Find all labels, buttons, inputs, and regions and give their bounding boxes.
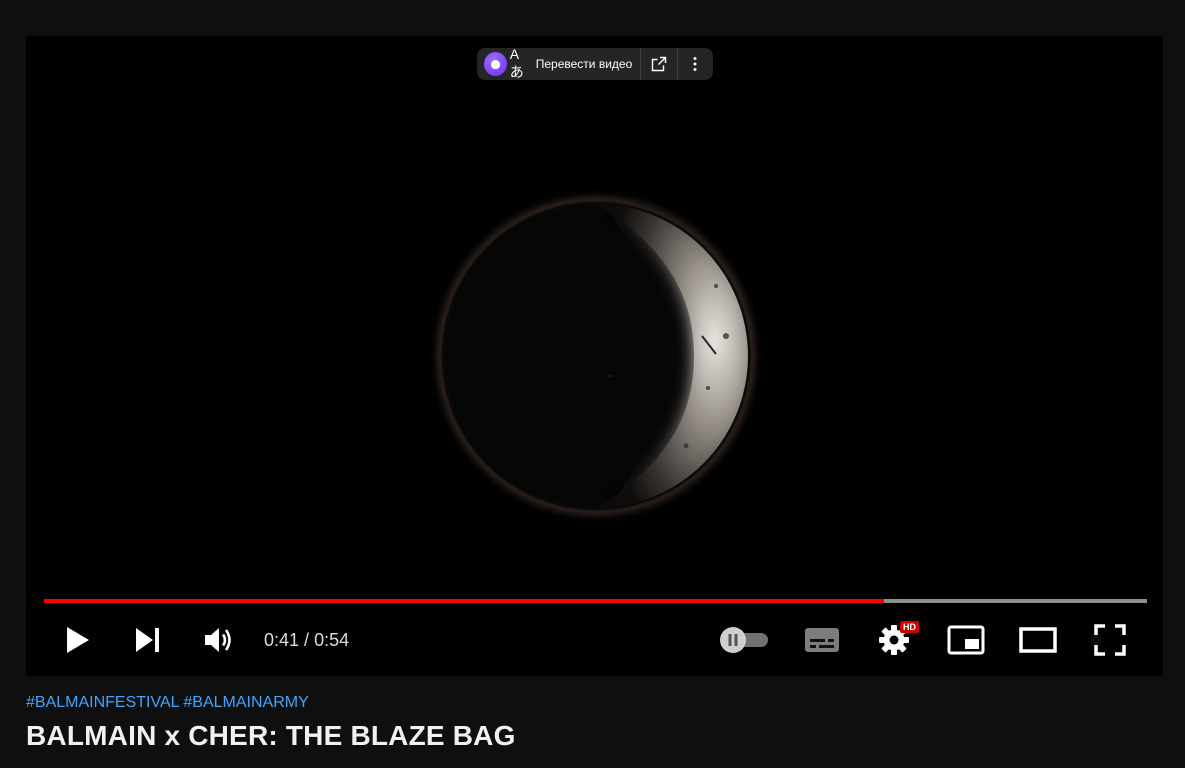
next-button[interactable] [124, 616, 172, 664]
more-vert-icon [693, 57, 697, 71]
hashtag-link[interactable]: #BALMAINARMY [183, 694, 308, 711]
theater-mode-icon [1019, 627, 1057, 653]
progress-played [44, 599, 884, 603]
time-separator: / [299, 629, 315, 650]
theater-mode-button[interactable] [1012, 616, 1064, 664]
hd-badge: HD [900, 621, 919, 633]
subtitles-button[interactable] [796, 616, 848, 664]
player-controls: 0:41 / 0:54 HD [26, 616, 1163, 664]
subtitles-icon [805, 628, 839, 652]
video-frame[interactable] [26, 36, 1163, 676]
translate-video-label: Перевести видео [535, 57, 633, 71]
fullscreen-button[interactable] [1084, 616, 1136, 664]
volume-icon [205, 628, 231, 652]
video-frame-image [26, 36, 1163, 676]
autoplay-toggle-icon [720, 627, 768, 653]
play-button[interactable] [54, 616, 102, 664]
duration: 0:54 [314, 629, 350, 650]
miniplayer-icon [947, 625, 985, 655]
watch-page: Aあ Перевести видео 0:41 / 0:54 HD #BALMA… [0, 0, 1185, 768]
settings-button[interactable]: HD [868, 616, 920, 664]
translate-icon: Aあ [509, 46, 524, 80]
autoplay-toggle[interactable] [716, 616, 772, 664]
translate-video-bar: Aあ Перевести видео [477, 46, 713, 80]
hashtag-link[interactable]: #BALMAINFESTIVAL [26, 694, 179, 711]
video-hashtags: #BALMAINFESTIVAL #BALMAINARMY [26, 694, 309, 712]
translate-more-button[interactable] [678, 48, 713, 80]
play-icon [67, 627, 89, 653]
mute-button[interactable] [194, 616, 244, 664]
next-icon [136, 628, 159, 652]
progress-bar[interactable] [44, 599, 1147, 603]
open-external-button[interactable] [641, 48, 676, 80]
external-link-icon [651, 56, 667, 72]
translate-video-button[interactable]: Aあ Перевести видео [477, 46, 640, 80]
video-player[interactable]: Aあ Перевести видео 0:41 / 0:54 HD [26, 36, 1163, 676]
alice-icon [484, 52, 507, 76]
miniplayer-button[interactable] [940, 616, 992, 664]
fullscreen-icon [1094, 624, 1126, 656]
current-time: 0:41 [264, 629, 300, 650]
video-title: BALMAIN x CHER: THE BLAZE BAG [26, 720, 516, 751]
time-display: 0:41 / 0:54 [264, 616, 349, 664]
